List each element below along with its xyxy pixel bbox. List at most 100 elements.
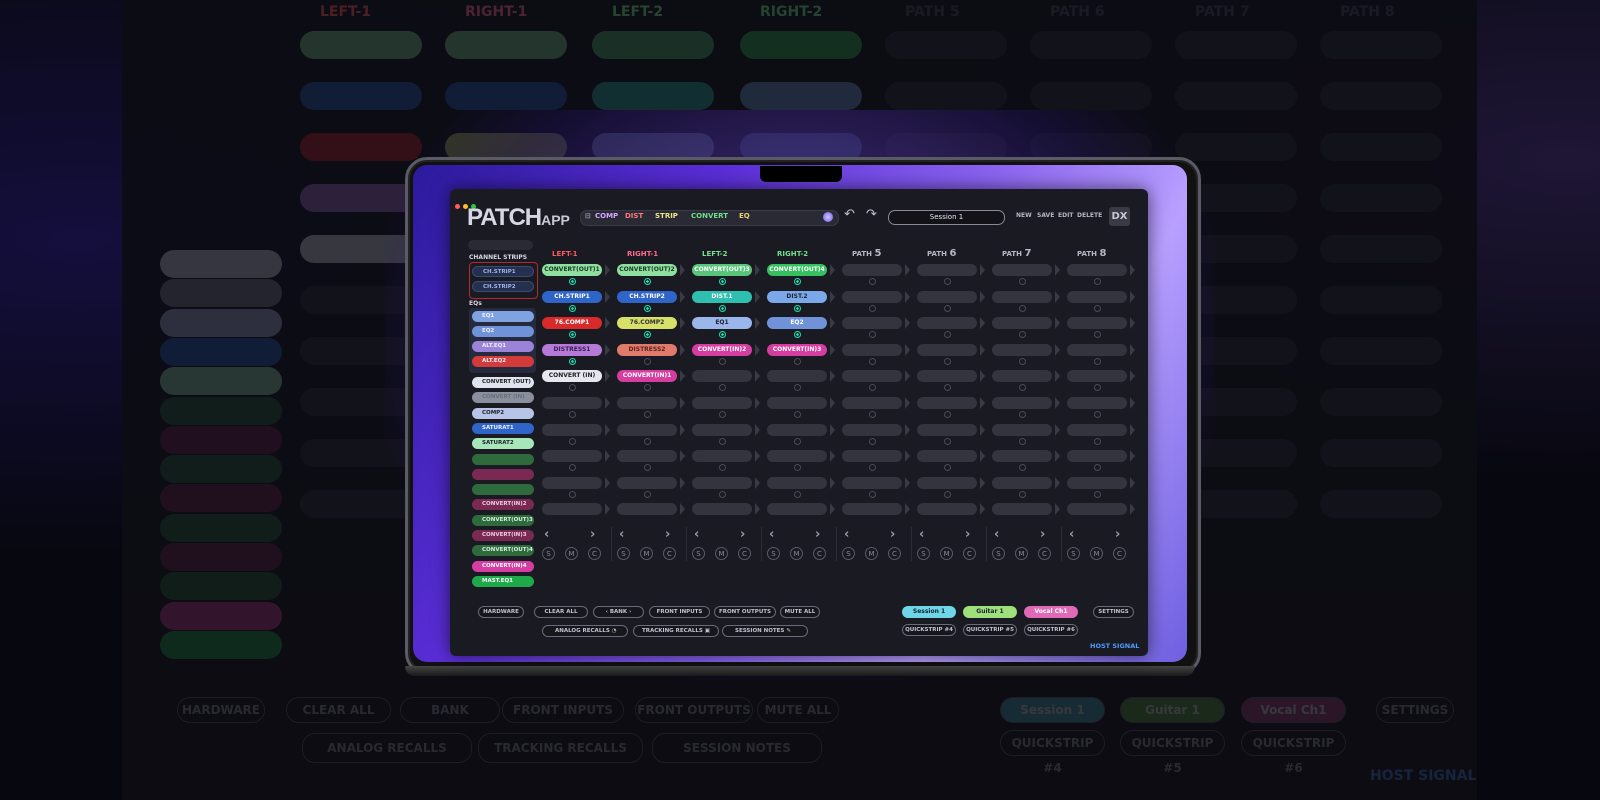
signal-ring-icon[interactable] — [719, 490, 726, 498]
empty-slot[interactable] — [767, 397, 827, 409]
clip-button[interactable]: C — [813, 547, 826, 560]
solo-button[interactable]: S — [542, 547, 555, 560]
patch-slot[interactable]: CONVERT(OUT)1 — [542, 264, 602, 276]
signal-ring-icon[interactable] — [1094, 304, 1101, 312]
settings-button[interactable]: SETTINGS — [1093, 606, 1134, 618]
empty-slot[interactable] — [617, 423, 677, 436]
sidebar-item-plugin[interactable]: SATURAT1 — [472, 422, 534, 434]
clip-button[interactable]: C — [1038, 547, 1051, 560]
signal-ring-icon[interactable] — [1094, 411, 1101, 418]
session-notes-button[interactable]: SESSION NOTES ✎ — [722, 625, 808, 637]
empty-slot[interactable] — [992, 423, 1052, 436]
sidebar-item-eq[interactable]: EQ2 — [472, 326, 534, 337]
empty-slot[interactable] — [917, 423, 977, 436]
clear-all-button[interactable]: CLEAR ALL — [534, 606, 588, 618]
empty-slot[interactable] — [767, 503, 827, 516]
patch-slot[interactable]: 76.COMP2 — [617, 317, 677, 330]
sidebar-item-plugin[interactable]: SATURAT2 — [472, 438, 534, 450]
column-prev-icon[interactable]: ‹ — [619, 527, 624, 542]
patch-slot[interactable]: EQ1 — [692, 317, 752, 330]
solo-button[interactable]: S — [617, 547, 630, 560]
signal-ring-icon[interactable] — [1094, 490, 1101, 498]
signal-ring-icon[interactable] — [794, 411, 801, 418]
analog-recalls-button[interactable]: ANALOG RECALLS ◔ — [542, 625, 628, 637]
empty-slot[interactable] — [1067, 317, 1127, 330]
clip-button[interactable]: C — [588, 547, 601, 560]
signal-ring-icon[interactable] — [719, 411, 726, 418]
column-prev-icon[interactable]: ‹ — [844, 527, 849, 542]
mute-button[interactable]: M — [865, 547, 878, 560]
empty-slot[interactable] — [1067, 343, 1127, 356]
empty-slot[interactable] — [767, 423, 827, 436]
empty-slot[interactable] — [842, 317, 902, 330]
empty-slot[interactable] — [1067, 450, 1127, 463]
sidebar-item-plugin[interactable] — [472, 468, 534, 480]
signal-ring-icon[interactable] — [1019, 304, 1026, 312]
empty-slot[interactable] — [917, 317, 977, 330]
clip-button[interactable]: C — [888, 547, 901, 560]
hardware-button[interactable]: HARDWARE — [478, 606, 524, 618]
redo-icon[interactable]: ↷ — [866, 207, 877, 222]
signal-ring-icon[interactable] — [1019, 278, 1026, 285]
quickstrip-6-button[interactable]: QUICKSTRIP #6 — [1024, 624, 1078, 636]
signal-ring-icon[interactable] — [569, 278, 576, 285]
clip-button[interactable]: C — [963, 547, 976, 560]
signal-ring-icon[interactable] — [794, 490, 801, 498]
empty-slot[interactable] — [617, 503, 677, 516]
mute-button[interactable]: M — [790, 547, 803, 560]
mute-button[interactable]: M — [940, 547, 953, 560]
column-next-icon[interactable]: › — [740, 527, 745, 542]
empty-slot[interactable] — [617, 397, 677, 409]
signal-ring-icon[interactable] — [869, 304, 876, 312]
signal-ring-icon[interactable] — [1019, 437, 1026, 445]
sidebar-item-eq[interactable]: ALT.EQ2 — [472, 356, 534, 367]
signal-ring-icon[interactable] — [569, 490, 576, 498]
column-prev-icon[interactable]: ‹ — [1069, 527, 1074, 542]
column-next-icon[interactable]: › — [1040, 527, 1045, 542]
sidebar-item-eq[interactable]: EQ1 — [472, 311, 534, 322]
front-outputs-button[interactable]: FRONT OUTPUTS — [714, 606, 776, 618]
clip-button[interactable]: C — [663, 547, 676, 560]
sidebar-item-plugin[interactable] — [472, 453, 534, 465]
empty-slot[interactable] — [992, 450, 1052, 463]
empty-slot[interactable] — [992, 397, 1052, 409]
patch-slot[interactable]: CH.STRIP1 — [542, 290, 602, 303]
sidebar-item-plugin[interactable]: COMP2 — [472, 407, 534, 419]
patch-slot[interactable]: CONVERT(IN)3 — [767, 343, 827, 356]
signal-ring-icon[interactable] — [1094, 357, 1101, 365]
patch-slot[interactable]: DISTRESS1 — [542, 343, 602, 356]
undo-icon[interactable]: ↶ — [844, 207, 855, 222]
column-next-icon[interactable]: › — [890, 527, 895, 542]
mute-button[interactable]: M — [1090, 547, 1103, 560]
empty-slot[interactable] — [1067, 290, 1127, 303]
column-prev-icon[interactable]: ‹ — [994, 527, 999, 542]
filter-eq[interactable]: EQ — [739, 212, 750, 220]
sidebar-item-plugin[interactable]: CONVERT(OUT)4 — [472, 545, 534, 557]
empty-slot[interactable] — [617, 476, 677, 489]
new-button[interactable]: NEW — [1016, 212, 1032, 219]
empty-slot[interactable] — [842, 370, 902, 383]
patch-slot[interactable]: CONVERT(OUT)2 — [617, 264, 677, 276]
quickstrip-guitar-1[interactable]: Guitar 1 — [963, 606, 1017, 618]
signal-ring-icon[interactable] — [644, 304, 651, 312]
empty-slot[interactable] — [692, 370, 752, 383]
patch-slot[interactable]: 76.COMP1 — [542, 317, 602, 330]
signal-ring-icon[interactable] — [1094, 278, 1101, 285]
filter-toggle-knob[interactable] — [823, 212, 833, 222]
signal-ring-icon[interactable] — [644, 357, 651, 365]
edit-button[interactable]: EDIT — [1058, 212, 1073, 219]
quickstrip-4-button[interactable]: QUICKSTRIP #4 — [902, 624, 956, 636]
empty-slot[interactable] — [1067, 397, 1127, 409]
solo-button[interactable]: S — [992, 547, 1005, 560]
signal-ring-icon[interactable] — [719, 357, 726, 365]
empty-slot[interactable] — [1067, 476, 1127, 489]
tracking-recalls-button[interactable]: TRACKING RECALLS ▣ — [633, 625, 719, 637]
solo-button[interactable]: S — [842, 547, 855, 560]
signal-ring-icon[interactable] — [944, 490, 951, 498]
signal-ring-icon[interactable] — [644, 411, 651, 418]
bank-next-icon[interactable]: › — [627, 609, 631, 615]
column-next-icon[interactable]: › — [815, 527, 820, 542]
empty-slot[interactable] — [992, 264, 1052, 276]
signal-ring-icon[interactable] — [1094, 437, 1101, 445]
column-prev-icon[interactable]: ‹ — [544, 527, 549, 542]
